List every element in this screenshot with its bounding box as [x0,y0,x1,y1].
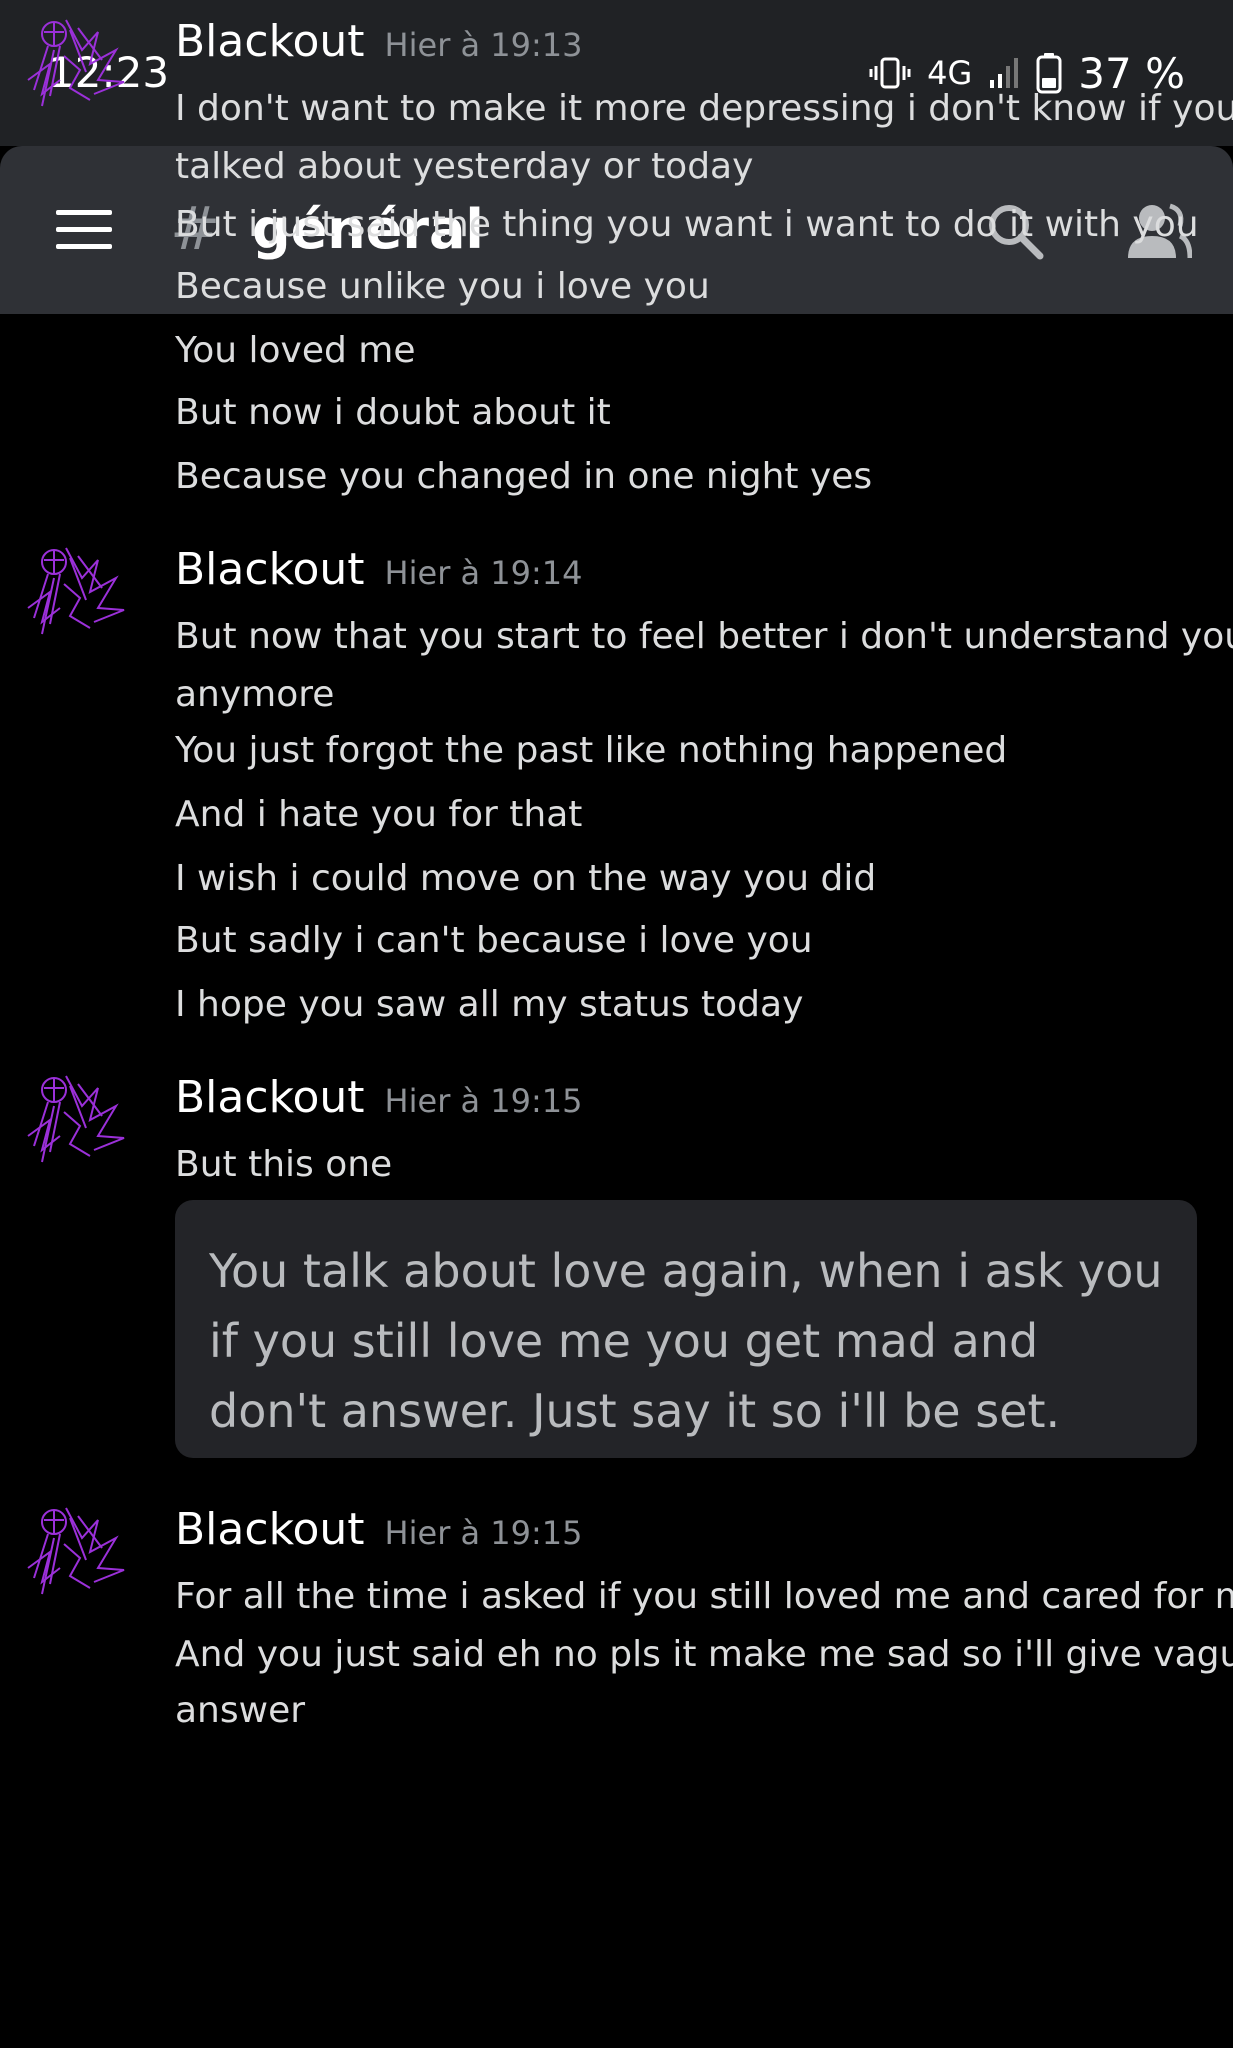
message-line: And you just said eh no pls it make me s… [175,1634,1233,1675]
author-name[interactable]: Blackout [175,1072,365,1123]
message-line: But i just said the thing you want i wan… [175,204,1199,245]
message-timestamp: Hier à 19:14 [384,554,583,592]
message-line: But sadly i can't because i love you [175,920,813,961]
message-header: Blackout Hier à 19:15 [175,1072,583,1127]
author-name[interactable]: Blackout [175,544,365,595]
message-line: But now i doubt about it [175,392,611,433]
avatar[interactable] [20,10,140,130]
message-line: But now that you start to feel better i … [175,616,1233,657]
avatar[interactable] [20,538,140,658]
message-line: Because you changed in one night yes [175,456,873,497]
message-line: I hope you saw all my status today [175,984,804,1025]
message-line: But this one [175,1144,393,1185]
avatar[interactable] [20,1498,140,1618]
message-timestamp: Hier à 19:15 [384,1514,583,1552]
avatar[interactable] [20,1066,140,1186]
message-line: answer [175,1690,306,1731]
message-line: anymore [175,674,335,715]
message-header: Blackout Hier à 19:13 [175,16,583,71]
quoted-text: You talk about love again, when i ask yo… [209,1244,1163,1438]
message-line: You loved me [175,330,416,371]
quoted-image-attachment[interactable]: You talk about love again, when i ask yo… [175,1200,1197,1458]
message-line: talked about yesterday or today [175,146,754,187]
message-line: I don't want to make it more depressing … [175,88,1233,129]
message-timestamp: Hier à 19:15 [384,1082,583,1120]
message-header: Blackout Hier à 19:14 [175,544,583,599]
message-line: You just forgot the past like nothing ha… [175,730,1008,771]
author-name[interactable]: Blackout [175,16,365,67]
author-name[interactable]: Blackout [175,1504,365,1555]
hamburger-icon[interactable] [56,210,112,250]
message-header: Blackout Hier à 19:15 [175,1504,583,1559]
message-line: I wish i could move on the way you did [175,858,877,899]
message-timestamp: Hier à 19:13 [384,26,583,64]
message-line: And i hate you for that [175,794,583,835]
message-line: For all the time i asked if you still lo… [175,1576,1233,1617]
message-line: Because unlike you i love you [175,266,710,307]
